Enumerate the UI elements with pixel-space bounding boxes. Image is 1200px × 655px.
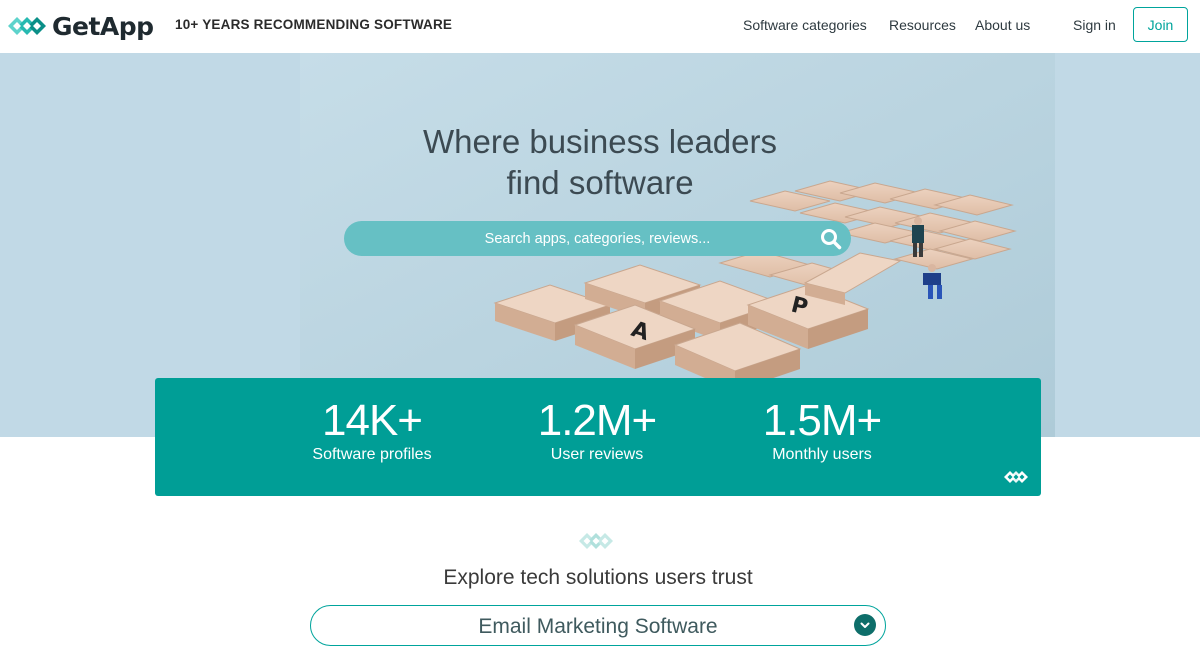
hero-title-line-1: Where business leaders — [422, 123, 777, 160]
getapp-logo[interactable]: GetApp — [8, 9, 154, 43]
nav-about-us[interactable]: About us — [975, 17, 1030, 33]
getapp-chevrons-icon — [579, 533, 613, 549]
category-dropdown[interactable]: Email Marketing Software — [310, 605, 886, 646]
stat-label: Monthly users — [772, 446, 872, 463]
stat-value: 1.2M+ — [537, 396, 658, 445]
brand-name: GetApp — [52, 11, 154, 41]
stat-monthly-users: 1.5M+ Monthly users — [722, 394, 922, 465]
search-bar[interactable]: Search apps, categories, reviews... — [344, 221, 851, 256]
explore-heading: Explore tech solutions users trust — [443, 566, 753, 589]
search-icon[interactable] — [820, 228, 842, 250]
stat-label: Software profiles — [312, 446, 432, 463]
category-dropdown-value[interactable]: Email Marketing Software — [311, 615, 885, 639]
tagline: 10+ YEARS RECOMMENDING SOFTWARE — [175, 17, 453, 32]
stat-user-reviews: 1.2M+ User reviews — [497, 394, 697, 465]
stat-software-profiles: 14K+ Software profiles — [272, 394, 472, 465]
getapp-chevrons-icon — [8, 17, 46, 35]
join-button[interactable]: Join — [1133, 7, 1188, 42]
stats-panel: 14K+ Software profiles 1.2M+ User review… — [155, 378, 1041, 496]
stat-value: 1.5M+ — [762, 396, 883, 445]
chevron-down-glyph — [860, 622, 870, 628]
stat-label: User reviews — [550, 446, 644, 463]
chevron-down-icon[interactable] — [854, 614, 876, 636]
getapp-chevrons-icon — [1004, 471, 1028, 483]
hero-title-line-2: find software — [506, 164, 694, 201]
search-input[interactable]: Search apps, categories, reviews... — [344, 231, 851, 247]
nav-software-categories[interactable]: Software categories — [743, 17, 867, 33]
stat-value: 14K+ — [322, 396, 423, 445]
nav-resources[interactable]: Resources — [889, 17, 956, 33]
sign-in-link[interactable]: Sign in — [1073, 17, 1116, 33]
top-header: GetApp 10+ YEARS RECOMMENDING SOFTWARE S… — [0, 0, 1200, 53]
